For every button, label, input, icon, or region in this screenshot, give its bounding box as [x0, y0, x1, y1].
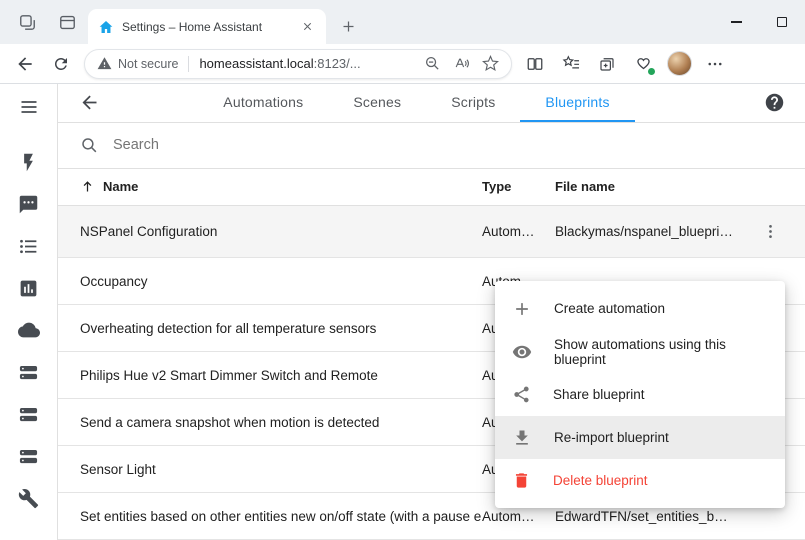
profile-avatar[interactable]	[662, 47, 696, 81]
download-icon	[512, 428, 532, 448]
menu-item-show-automations[interactable]: Show automations using this blueprint	[495, 330, 785, 373]
sidebar-item-server-2[interactable]	[0, 393, 57, 435]
column-header-type[interactable]: Type	[482, 179, 555, 194]
column-header-file[interactable]: File name	[555, 179, 735, 194]
eye-icon	[512, 342, 532, 362]
row-overflow-menu-icon[interactable]	[752, 214, 788, 250]
table-header: Name Type File name	[58, 169, 805, 206]
essentials-status-dot	[647, 67, 656, 76]
back-button[interactable]	[8, 47, 42, 81]
search-row	[58, 123, 805, 169]
tab-scripts[interactable]: Scripts	[426, 84, 520, 122]
tab-title: Settings – Home Assistant	[122, 20, 290, 34]
zoom-out-icon[interactable]	[424, 55, 441, 72]
sidebar-item-server-1[interactable]	[0, 351, 57, 393]
share-icon	[512, 385, 531, 404]
split-screen-icon[interactable]	[518, 47, 552, 81]
read-aloud-icon[interactable]	[453, 55, 470, 72]
new-tab-button[interactable]	[334, 12, 362, 40]
browser-toolbar: Not secure homeassistant.local:8123/...	[0, 44, 805, 84]
blueprint-context-menu: Create automation Show automations using…	[495, 281, 785, 508]
maximize-button[interactable]	[759, 0, 805, 44]
search-input[interactable]	[113, 137, 373, 153]
ha-tab-bar: Automations Scenes Scripts Blueprints	[104, 84, 729, 122]
trash-icon	[512, 471, 531, 490]
tab-close-icon[interactable]	[298, 18, 316, 36]
sidebar	[0, 84, 58, 540]
sidebar-menu-icon[interactable]	[0, 84, 57, 130]
menu-item-create-automation[interactable]: Create automation	[495, 287, 785, 330]
address-divider	[188, 56, 189, 72]
workspaces-icon[interactable]	[10, 5, 44, 39]
ha-back-button[interactable]	[74, 88, 104, 118]
sidebar-item-energy[interactable]	[0, 141, 57, 183]
more-menu-icon[interactable]	[698, 47, 732, 81]
not-secure-warning-icon	[97, 56, 112, 71]
ha-header: Automations Scenes Scripts Blueprints	[58, 84, 805, 123]
url-text[interactable]: homeassistant.local:8123/...	[199, 56, 412, 71]
menu-item-share-blueprint[interactable]: Share blueprint	[495, 373, 785, 416]
sort-ascending-icon	[80, 179, 95, 194]
address-bar[interactable]: Not secure homeassistant.local:8123/...	[84, 49, 512, 79]
menu-item-delete-blueprint[interactable]: Delete blueprint	[495, 459, 785, 502]
collections-icon[interactable]	[590, 47, 624, 81]
browser-essentials-icon[interactable]	[626, 47, 660, 81]
sidebar-item-server-3[interactable]	[0, 435, 57, 477]
minimize-button[interactable]	[713, 0, 759, 44]
home-assistant-favicon	[98, 19, 114, 35]
table-row[interactable]: NSPanel Configuration Autom… Blackymas/n…	[58, 206, 805, 258]
browser-tab-strip: Settings – Home Assistant	[0, 0, 805, 44]
plus-icon	[512, 299, 532, 319]
help-icon[interactable]	[759, 88, 789, 118]
favorite-star-icon[interactable]	[482, 55, 499, 72]
sidebar-item-assist[interactable]	[0, 183, 57, 225]
browser-tab[interactable]: Settings – Home Assistant	[88, 9, 326, 44]
favorites-icon[interactable]	[554, 47, 588, 81]
sidebar-item-logbook[interactable]	[0, 225, 57, 267]
tab-actions-icon[interactable]	[50, 5, 84, 39]
refresh-button[interactable]	[44, 47, 78, 81]
menu-item-reimport-blueprint[interactable]: Re-import blueprint	[495, 416, 785, 459]
search-icon	[80, 136, 99, 155]
sidebar-item-tools[interactable]	[0, 477, 57, 519]
tab-blueprints[interactable]: Blueprints	[520, 84, 634, 122]
tab-automations[interactable]: Automations	[198, 84, 328, 122]
sidebar-item-history[interactable]	[0, 267, 57, 309]
tab-scenes[interactable]: Scenes	[328, 84, 426, 122]
column-header-name[interactable]: Name	[80, 179, 482, 194]
security-label[interactable]: Not secure	[118, 57, 178, 71]
sidebar-item-cloud[interactable]	[0, 309, 57, 351]
